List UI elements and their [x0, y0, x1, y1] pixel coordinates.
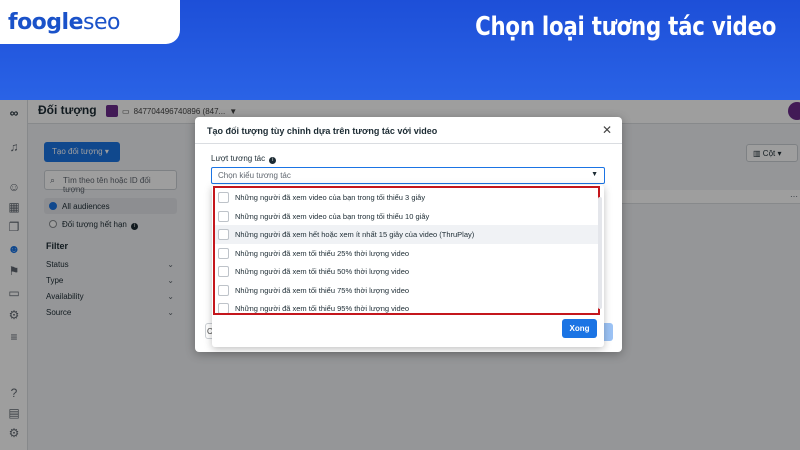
dropdown-scrollbar[interactable] — [598, 197, 602, 309]
engagement-type-select[interactable]: Chọn kiểu tương tác ▼ — [211, 167, 605, 184]
logo: foogleseo — [0, 0, 180, 44]
header-banner: foogleseo Chọn loại tương tác video — [0, 0, 800, 100]
modal-title: Tạo đối tượng tùy chỉnh dựa trên tương t… — [207, 126, 438, 136]
highlight-box — [213, 186, 600, 315]
close-icon[interactable]: ✕ — [602, 123, 612, 137]
banner-title: Chọn loại tương tác video — [474, 12, 776, 42]
done-button[interactable]: Xong — [562, 319, 597, 338]
logo-text: foogleseo — [8, 9, 120, 35]
info-icon: i — [269, 157, 277, 164]
divider — [195, 143, 622, 144]
caret-down-icon: ▼ — [591, 171, 598, 178]
engagement-label: Lượt tương tác i — [211, 154, 277, 164]
